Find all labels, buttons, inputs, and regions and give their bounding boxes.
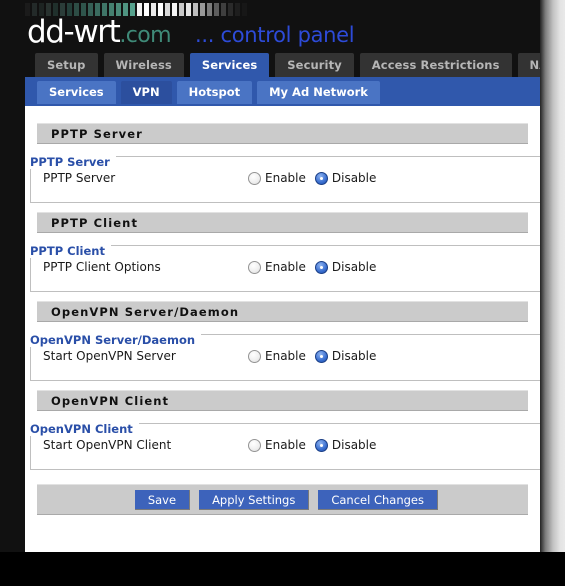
- setting-row-start-openvpn-client: Start OpenVPN Client Enable Disable: [31, 435, 540, 455]
- radio-label: Disable: [331, 438, 377, 452]
- section-header-pptp-client: PPTP Client: [37, 212, 528, 233]
- page-right-edge: [540, 0, 565, 552]
- main-tab-setup[interactable]: Setup: [35, 53, 98, 77]
- radio-group-pptp-client-options: Enable Disable: [248, 260, 376, 274]
- form-button-bar: Save Apply Settings Cancel Changes: [37, 484, 528, 515]
- main-tab-wireless[interactable]: Wireless: [103, 53, 184, 77]
- section-openvpn-server-daemon: OpenVPN Server/Daemon OpenVPN Server/Daem…: [25, 301, 540, 381]
- radio-disable-start-openvpn-client[interactable]: Disable: [314, 438, 377, 452]
- radio-unchecked-icon[interactable]: [248, 438, 261, 452]
- section-pptp-client: PPTP Client PPTP Client PPTP Client Option…: [25, 212, 540, 292]
- radio-enable-pptp-server[interactable]: Enable: [248, 171, 306, 185]
- radio-unchecked-icon[interactable]: [248, 260, 261, 274]
- setting-row-start-openvpn-server: Start OpenVPN Server Enable Disable: [31, 346, 540, 366]
- radio-unchecked-icon[interactable]: [248, 171, 261, 185]
- radio-disable-pptp-server[interactable]: Disable: [314, 171, 377, 185]
- fieldset-pptp-server: PPTP Server PPTP Server Enable Disable: [30, 155, 540, 203]
- radio-checked-icon[interactable]: [314, 349, 328, 363]
- radio-label: Disable: [331, 349, 377, 363]
- page-bottom-shadow: [0, 552, 565, 586]
- radio-label: Enable: [265, 260, 306, 274]
- setting-label: Start OpenVPN Client: [43, 438, 172, 452]
- radio-checked-icon[interactable]: [314, 260, 328, 274]
- radio-group-pptp-server: Enable Disable: [248, 171, 376, 185]
- logo-tagline: ... control panel: [195, 23, 355, 47]
- main-tab-nat-qos[interactable]: NAT / QoS: [517, 53, 540, 77]
- logo-text-main: dd-wrt: [27, 14, 121, 48]
- radio-disable-start-openvpn-server[interactable]: Disable: [314, 349, 377, 363]
- settings-sections: PPTP Server PPTP Server PPTP Server Enable D…: [25, 123, 540, 470]
- radio-enable-pptp-client-options[interactable]: Enable: [248, 260, 306, 274]
- section-openvpn-client: OpenVPN Client OpenVPN Client Start OpenVP…: [25, 390, 540, 470]
- section-header-openvpn-client: OpenVPN Client: [37, 390, 528, 411]
- setting-label: PPTP Server: [43, 171, 116, 185]
- setting-label: Start OpenVPN Server: [43, 349, 176, 363]
- cancel-changes-button[interactable]: Cancel Changes: [318, 489, 438, 510]
- radio-disable-pptp-client-options[interactable]: Disable: [314, 260, 377, 274]
- sub-tab-services[interactable]: Services: [37, 81, 116, 104]
- apply-settings-button[interactable]: Apply Settings: [199, 489, 310, 510]
- save-button[interactable]: Save: [134, 489, 191, 510]
- fieldset-legend-openvpn-client: OpenVPN Client: [30, 422, 139, 436]
- radio-group-start-openvpn-server: Enable Disable: [248, 349, 376, 363]
- main-tab-security[interactable]: Security: [275, 53, 354, 77]
- site-header: dd-wrt.com ... control panel: [25, 0, 540, 48]
- main-tab-services[interactable]: Services: [189, 53, 270, 77]
- radio-label: Enable: [265, 171, 306, 185]
- radio-label: Enable: [265, 349, 306, 363]
- radio-checked-icon[interactable]: [314, 171, 328, 185]
- fieldset-pptp-client: PPTP Client PPTP Client Options Enable Disa…: [30, 244, 540, 292]
- fieldset-openvpn-client: OpenVPN Client Start OpenVPN Client Enable…: [30, 422, 540, 470]
- sub-tab-vpn[interactable]: VPN: [120, 81, 172, 104]
- radio-unchecked-icon[interactable]: [248, 349, 261, 363]
- radio-group-start-openvpn-client: Enable Disable: [248, 438, 376, 452]
- setting-label: PPTP Client Options: [43, 260, 161, 274]
- setting-row-pptp-client-options: PPTP Client Options Enable Disable: [31, 257, 540, 277]
- fieldset-legend-pptp-server: PPTP Server: [30, 155, 116, 169]
- section-pptp-server: PPTP Server PPTP Server PPTP Server Enable D…: [25, 123, 540, 203]
- radio-enable-start-openvpn-server[interactable]: Enable: [248, 349, 306, 363]
- radio-label: Disable: [331, 171, 377, 185]
- fieldset-openvpn-server-daemon: OpenVPN Server/Daemon Start OpenVPN Serve…: [30, 333, 540, 381]
- sub-tab-my-ad-network[interactable]: My Ad Network: [257, 81, 380, 104]
- section-header-openvpn-server-daemon: OpenVPN Server/Daemon: [37, 301, 528, 322]
- sub-tab-bar: Services VPN Hotspot My Ad Network: [25, 77, 540, 106]
- fieldset-legend-pptp-client: PPTP Client: [30, 244, 111, 258]
- screen-root: dd-wrt.com ... control panel Setup Wireles…: [0, 0, 565, 586]
- section-header-pptp-server: PPTP Server: [37, 123, 528, 144]
- setting-row-pptp-server: PPTP Server Enable Disable: [31, 168, 540, 188]
- radio-checked-icon[interactable]: [314, 438, 328, 452]
- radio-enable-start-openvpn-client[interactable]: Enable: [248, 438, 306, 452]
- main-tab-access-restrictions[interactable]: Access Restrictions: [359, 53, 512, 77]
- sub-tab-hotspot[interactable]: Hotspot: [176, 81, 253, 104]
- page-plate: dd-wrt.com ... control panel Setup Wireles…: [0, 0, 540, 552]
- brand-logo: dd-wrt.com ... control panel: [27, 14, 355, 48]
- logo-text-suffix: .com: [119, 23, 171, 48]
- fieldset-legend-openvpn-server-daemon: OpenVPN Server/Daemon: [30, 333, 202, 347]
- settings-content: PPTP Server PPTP Server PPTP Server Enable D…: [25, 106, 540, 552]
- main-tab-bar: Setup Wireless Services Security Access Rest…: [25, 48, 540, 77]
- radio-label: Enable: [265, 438, 306, 452]
- radio-label: Disable: [331, 260, 377, 274]
